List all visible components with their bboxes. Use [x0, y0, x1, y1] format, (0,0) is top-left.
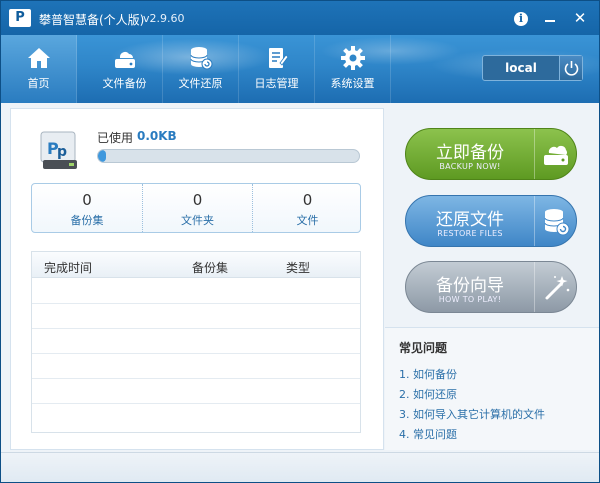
faq-link-how-to-backup[interactable]: 1. 如何备份: [399, 366, 457, 382]
file-backup-icon: [114, 52, 135, 68]
power-button[interactable]: [559, 56, 582, 80]
server-label: local: [505, 61, 537, 75]
table-row[interactable]: [32, 329, 360, 354]
nav-label-file-restore: 文件还原: [178, 77, 223, 90]
column-header-backup-set[interactable]: 备份集: [192, 259, 228, 276]
nav-label-log-management: 日志管理: [254, 77, 299, 90]
database-restore-icon: [544, 209, 570, 236]
overview-panel: P p 已使用 0.0KB 0 备份集 0 文件夹 0 文件 完成时间 备份集 …: [10, 108, 384, 450]
close-button[interactable]: ✕: [569, 8, 591, 28]
backup-now-sublabel: BACKUP NOW!: [439, 162, 501, 171]
backup-wizard-icon-area: [534, 262, 576, 312]
hard-disk-icon: P p: [40, 131, 77, 169]
nav-item-home[interactable]: 首页: [1, 35, 77, 103]
faq-title: 常见问题: [399, 341, 448, 355]
app-window: P 攀普智慧备(个人版) v2.9.60 i ✕ 首页 文件备份 文件还原 日志…: [0, 0, 600, 483]
minimize-button[interactable]: [539, 8, 561, 28]
status-bar: [1, 452, 599, 482]
stat-folders-value: 0: [192, 191, 203, 209]
nav-item-file-restore[interactable]: 文件还原: [163, 35, 239, 103]
storage-progress-fill: [98, 150, 106, 162]
server-selector[interactable]: local: [482, 55, 583, 81]
backup-wizard-sublabel: HOW TO PLAY!: [438, 295, 502, 304]
stat-backup-sets-label: 备份集: [70, 214, 104, 227]
faq-link-how-to-restore[interactable]: 2. 如何还原: [399, 386, 457, 402]
faq-link-import-other-computer[interactable]: 3. 如何导入其它计算机的文件: [399, 406, 545, 422]
table-header: 完成时间 备份集 类型: [32, 252, 360, 278]
stat-folders-label: 文件夹: [181, 214, 214, 227]
stat-files-label: 文件: [296, 214, 319, 227]
table-row[interactable]: [32, 279, 360, 304]
database-restore-icon: [190, 47, 212, 70]
app-version: v2.9.60: [143, 12, 185, 25]
nav-item-file-backup[interactable]: 文件备份: [87, 35, 163, 103]
log-document-icon: [268, 48, 289, 68]
column-header-type[interactable]: 类型: [286, 259, 310, 276]
restore-files-label: 还原文件: [436, 210, 504, 230]
faq-link-common-questions[interactable]: 4. 常见问题: [399, 426, 457, 442]
backup-wizard-label: 备份向导: [436, 276, 504, 296]
stat-backup-sets[interactable]: 0 备份集: [32, 184, 142, 232]
nav-label-file-backup: 文件备份: [102, 77, 147, 90]
backup-now-button[interactable]: 立即备份 BACKUP NOW!: [405, 128, 577, 180]
column-header-completion-time[interactable]: 完成时间: [44, 259, 92, 276]
nav-label-home: 首页: [27, 77, 50, 90]
stat-files[interactable]: 0 文件: [252, 184, 362, 232]
nav-label-system-settings: 系统设置: [330, 77, 375, 90]
stat-files-value: 0: [302, 191, 313, 209]
stat-backup-sets-value: 0: [82, 191, 92, 209]
restore-files-icon-area: [534, 196, 576, 246]
table-row[interactable]: [32, 379, 360, 404]
nav-item-log-management[interactable]: 日志管理: [239, 35, 315, 103]
app-title: 攀普智慧备(个人版): [39, 13, 145, 27]
cloud-drive-icon: [544, 145, 568, 165]
storage-progress-bar: [97, 149, 360, 163]
minimize-icon: [545, 20, 555, 22]
backup-now-label: 立即备份: [436, 143, 504, 163]
info-button[interactable]: i: [510, 8, 532, 28]
backup-now-icon-area: [534, 129, 576, 179]
home-icon: [27, 48, 50, 68]
table-row[interactable]: [32, 354, 360, 379]
nav-bar: 首页 文件备份 文件还原 日志管理 系统设置 local: [1, 35, 599, 103]
magic-wand-icon: [545, 276, 570, 300]
power-icon: [564, 61, 579, 76]
backup-history-table: 完成时间 备份集 类型: [31, 251, 361, 433]
info-icon: i: [514, 12, 528, 26]
faq-section: 常见问题 1. 如何备份 2. 如何还原 3. 如何导入其它计算机的文件 4. …: [385, 327, 599, 450]
gear-icon: [340, 46, 365, 70]
actions-panel: 立即备份 BACKUP NOW! 还原文件 RESTORE FILES 备份向导…: [385, 103, 599, 450]
stat-folders[interactable]: 0 文件夹: [142, 184, 252, 232]
restore-files-sublabel: RESTORE FILES: [437, 229, 503, 238]
backup-wizard-button[interactable]: 备份向导 HOW TO PLAY!: [405, 261, 577, 313]
used-space-label: 已使用: [97, 131, 134, 145]
app-logo: P: [9, 9, 31, 27]
stats-box: 0 备份集 0 文件夹 0 文件: [31, 183, 361, 233]
nav-item-system-settings[interactable]: 系统设置: [315, 35, 391, 103]
table-row[interactable]: [32, 404, 360, 429]
svg-text:p: p: [57, 144, 67, 160]
restore-files-button[interactable]: 还原文件 RESTORE FILES: [405, 195, 577, 247]
title-bar: P 攀普智慧备(个人版) v2.9.60 i ✕: [1, 1, 599, 35]
table-row[interactable]: [32, 304, 360, 329]
used-space-value: 0.0KB: [137, 129, 177, 143]
